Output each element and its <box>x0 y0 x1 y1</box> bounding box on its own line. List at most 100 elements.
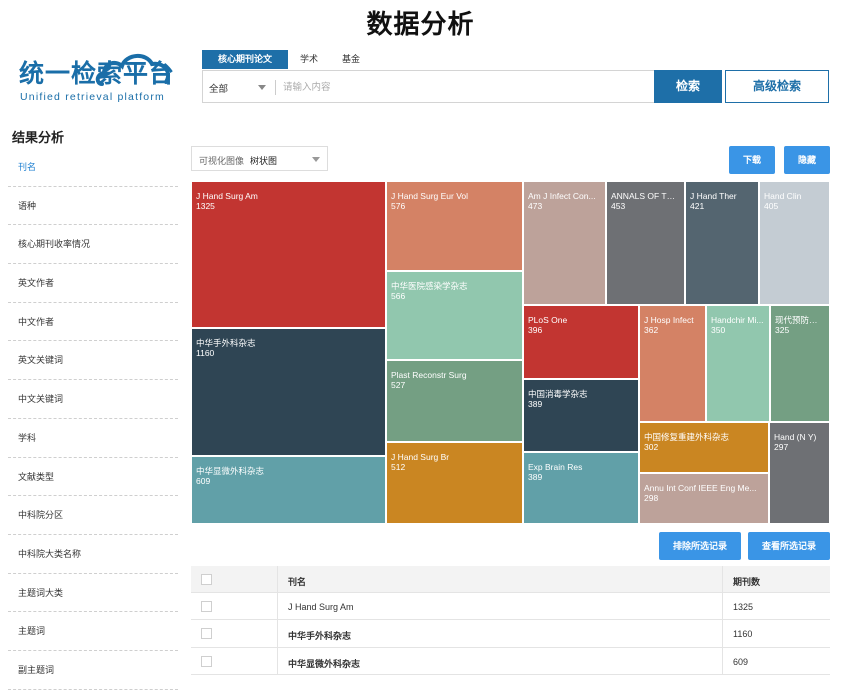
scope-select[interactable]: 全部 <box>209 81 228 95</box>
visualization-value: 树状图 <box>250 156 278 166</box>
logo-text: 统一检索平台 <box>19 59 176 88</box>
table-row[interactable]: 中华手外科杂志 1160 <box>191 620 830 648</box>
sidebar-item[interactable]: 中文作者 <box>8 303 178 342</box>
column-divider <box>722 593 723 620</box>
treemap-cell[interactable]: Hand (N Y) 297 <box>769 422 830 524</box>
sidebar-item[interactable]: 副主题词 <box>8 651 178 690</box>
treemap-cell-value: 527 <box>391 380 406 390</box>
treemap-cell-value: 566 <box>391 291 406 301</box>
treemap-cell[interactable]: Exp Brain Res 389 <box>523 452 639 524</box>
treemap-cell[interactable]: Plast Reconstr Surg 527 <box>386 360 523 442</box>
column-divider <box>722 620 723 647</box>
treemap-cell[interactable]: 中华医院感染学杂志 566 <box>386 271 523 360</box>
treemap-cell[interactable]: ANNALS OF THE... 453 <box>606 181 685 305</box>
tab-core-journal[interactable]: 核心期刊论文 <box>202 50 289 69</box>
sidebar-item[interactable]: 主题词 <box>8 612 178 651</box>
sidebar-title: 结果分析 <box>12 130 65 145</box>
sidebar-item[interactable]: 中科院分区 <box>8 496 178 535</box>
column-divider <box>722 647 723 674</box>
treemap-cell-name: 中华医院感染学杂志 <box>391 281 468 291</box>
treemap-cell[interactable]: J Hand Surg Am 1325 <box>191 181 386 328</box>
treemap-cell-name: 中华显微外科杂志 <box>196 466 265 476</box>
treemap-cell[interactable]: J Hand Ther 421 <box>685 181 759 305</box>
treemap-chart: J Hand Surg Am 1325 中华手外科杂志 1160 中华显微外科杂志 609… <box>191 181 830 524</box>
treemap-cell[interactable]: PLoS One 396 <box>523 305 639 379</box>
select-all-checkbox[interactable] <box>201 574 212 585</box>
treemap-cell-value: 473 <box>528 201 543 211</box>
treemap-cell[interactable]: 中国消毒学杂志 389 <box>523 379 639 452</box>
sidebar-item[interactable]: 英文关键词 <box>8 341 178 381</box>
sidebar-item[interactable]: 核心期刊收率情况 <box>8 225 178 265</box>
row-journal-name: 中华显微外科杂志 <box>288 658 361 669</box>
treemap-cell-name: 现代预防医学 <box>775 315 825 325</box>
treemap-cell-name: Handchir Mi... <box>711 315 764 325</box>
treemap-cell-name: Plast Reconstr Surg <box>391 370 467 380</box>
hide-button[interactable]: 隐藏 <box>784 146 830 174</box>
sidebar-item[interactable]: 中文关键词 <box>8 380 178 419</box>
advanced-search-button[interactable]: 高级检索 <box>725 70 829 103</box>
header-journal: 刊名 <box>288 577 307 587</box>
page-title: 数据分析 <box>366 10 475 40</box>
treemap-cell-name: J Hand Surg Am <box>196 191 258 201</box>
treemap-cell[interactable]: J Hosp Infect 362 <box>639 305 706 422</box>
treemap-cell[interactable]: 现代预防医学 325 <box>770 305 830 422</box>
treemap-cell[interactable]: 中华显微外科杂志 609 <box>191 456 386 524</box>
header-count: 期刊数 <box>733 577 761 587</box>
treemap-cell-value: 512 <box>391 462 406 472</box>
view-selected-button[interactable]: 查看所选记录 <box>748 532 830 560</box>
treemap-cell-value: 389 <box>528 472 543 482</box>
treemap-cell[interactable]: Am J Infect Con... 473 <box>523 181 606 305</box>
search-input[interactable] <box>283 77 643 97</box>
column-divider <box>277 647 278 674</box>
treemap-cell[interactable]: Handchir Mi... 350 <box>706 305 770 422</box>
treemap-cell-name: Am J Infect Con... <box>528 191 596 201</box>
treemap-cell-value: 362 <box>644 325 659 335</box>
row-checkbox[interactable] <box>201 628 212 640</box>
treemap-cell-name: 中国消毒学杂志 <box>528 389 588 399</box>
treemap-cell-value: 609 <box>196 476 211 486</box>
column-divider <box>277 593 278 620</box>
treemap-cell-value: 350 <box>711 325 726 335</box>
treemap-cell[interactable]: J Hand Surg Eur Vol 576 <box>386 181 523 271</box>
sidebar-item[interactable]: 英文作者 <box>8 264 178 303</box>
row-count: 609 <box>733 656 749 667</box>
tab-academic[interactable]: 学术 <box>288 50 330 69</box>
treemap-cell-name: J Hand Surg Eur Vol <box>391 191 469 201</box>
results-table: 刊名 期刊数 J Hand Surg Am 1325 中华手外科杂志 1160 中华显微… <box>191 566 830 675</box>
tab-fund[interactable]: 基金 <box>330 50 372 69</box>
row-checkbox[interactable] <box>201 655 212 667</box>
sidebar-item[interactable]: 语种 <box>8 187 178 226</box>
sidebar-item[interactable]: 主题词大类 <box>8 574 178 613</box>
treemap-cell-value: 396 <box>528 325 543 335</box>
treemap-cell-name: PLoS One <box>528 315 568 325</box>
chevron-down-icon[interactable] <box>258 85 266 90</box>
treemap-cell[interactable]: Annu Int Conf IEEE Eng Me... 298 <box>639 473 769 524</box>
column-divider <box>277 566 278 592</box>
row-count: 1325 <box>733 602 754 612</box>
sidebar-item[interactable]: 中科院大类名称 <box>8 535 178 574</box>
visualization-select[interactable]: 可视化图像 树状图 <box>191 146 328 171</box>
search-button[interactable]: 检索 <box>654 70 722 103</box>
treemap-cell-value: 389 <box>528 399 543 409</box>
row-count: 1160 <box>733 629 753 640</box>
treemap-cell-value: 297 <box>774 442 789 452</box>
treemap-cell[interactable]: 中华手外科杂志 1160 <box>191 328 386 456</box>
treemap-cell-value: 576 <box>391 201 406 211</box>
treemap-cell[interactable]: Hand Clin 405 <box>759 181 830 305</box>
table-row[interactable]: 中华显微外科杂志 609 <box>191 647 830 675</box>
row-journal-name: 中华手外科杂志 <box>288 631 352 642</box>
sidebar-item[interactable]: 刊名 <box>8 148 178 187</box>
treemap-cell[interactable]: J Hand Surg Br 512 <box>386 442 523 524</box>
treemap-cell-name: J Hand Surg Br <box>391 452 450 462</box>
row-checkbox[interactable] <box>201 601 212 612</box>
exclude-selected-button[interactable]: 排除所选记录 <box>659 532 741 560</box>
table-row[interactable]: J Hand Surg Am 1325 <box>191 593 830 621</box>
sidebar-item[interactable]: 学科 <box>8 419 178 458</box>
sidebar: 刊名 语种 核心期刊收率情况 英文作者 中文作者 英文关键词 中文关键词 学科 文献类型 中科院分… <box>8 148 178 690</box>
download-button[interactable]: 下载 <box>729 146 775 174</box>
visualization-label: 可视化图像 <box>199 156 245 166</box>
treemap-cell[interactable]: 中国修复重建外科杂志 302 <box>639 422 769 473</box>
treemap-cell-name: J Hosp Infect <box>644 315 694 325</box>
treemap-cell-value: 421 <box>690 201 705 211</box>
sidebar-item[interactable]: 文献类型 <box>8 458 178 497</box>
